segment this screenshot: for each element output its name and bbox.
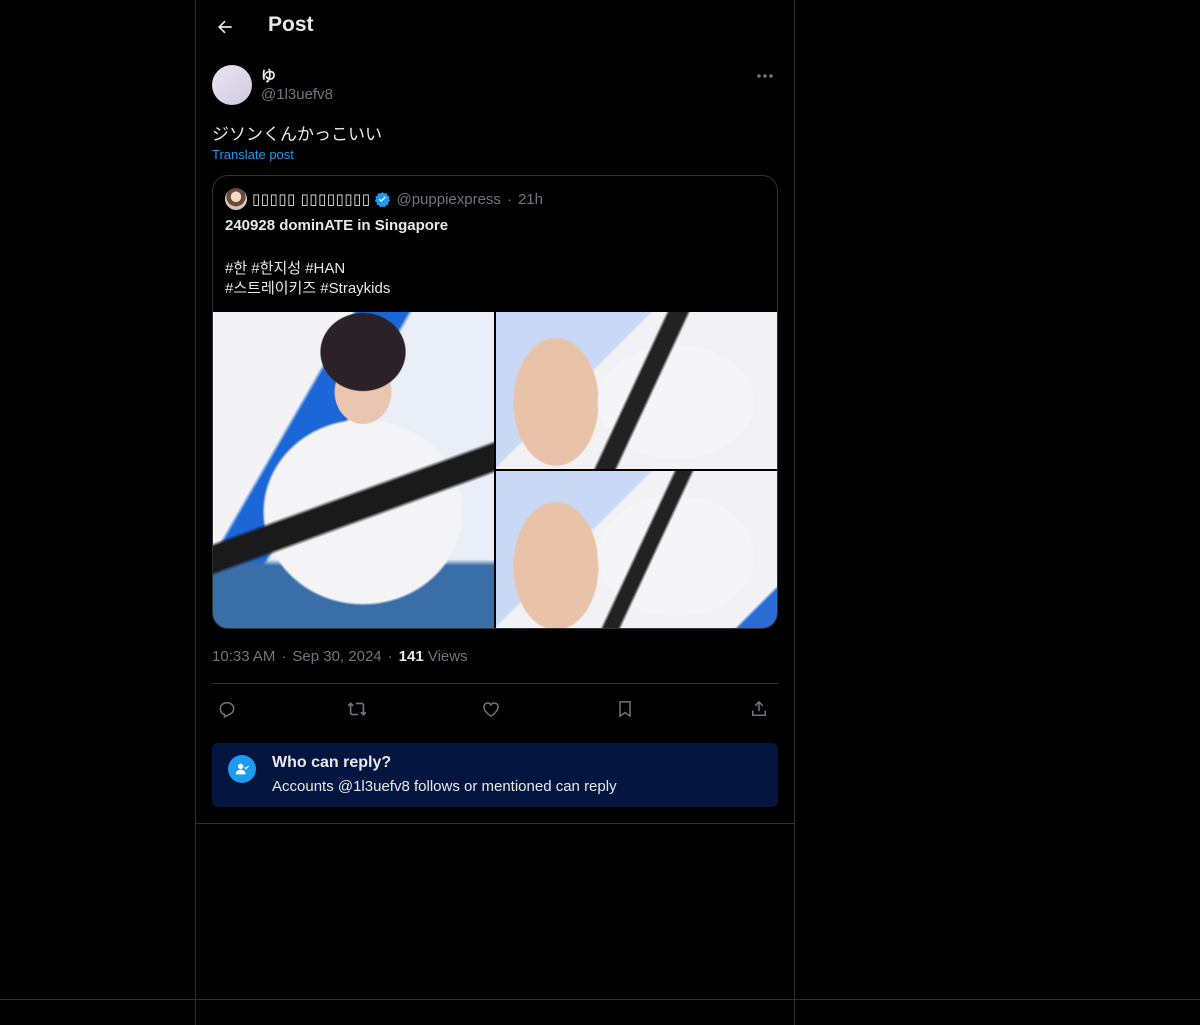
quoted-avatar[interactable]	[225, 188, 247, 210]
post-author: ゆ @1l3uefv8	[212, 64, 778, 108]
divider	[0, 999, 1200, 1000]
post-date[interactable]: Sep 30, 2024	[292, 648, 381, 665]
separator-dot: ·	[387, 648, 393, 665]
avatar[interactable]	[212, 65, 252, 105]
action-bar	[212, 694, 778, 724]
person-check-icon	[228, 755, 256, 783]
bookmark-button[interactable]	[610, 694, 640, 724]
who-can-reply-box: Who can reply? Accounts @1l3uefv8 follow…	[212, 743, 778, 807]
post-column: Post ゆ @1l3uefv8 ジソンくんかっこいい Translate po…	[195, 0, 795, 1025]
reply-button[interactable]	[212, 694, 242, 724]
divider	[196, 823, 794, 824]
header: Post	[196, 0, 794, 54]
page: Post ゆ @1l3uefv8 ジソンくんかっこいい Translate po…	[0, 0, 1200, 1025]
more-options-button[interactable]	[752, 66, 778, 86]
verified-badge-icon	[374, 191, 391, 208]
media-photo-2[interactable]	[496, 312, 777, 469]
bookmark-icon	[619, 701, 631, 718]
back-button[interactable]	[208, 10, 242, 44]
quoted-post-hashtags-1[interactable]: #한 #한지성 #HAN	[225, 257, 345, 278]
media-grid	[213, 312, 777, 628]
quoted-post-header: ▯▯▯▯▯ ▯▯▯▯▯▯▯▯ @puppiexpress · 21h	[225, 188, 543, 210]
author-handle[interactable]: @1l3uefv8	[261, 86, 333, 103]
media-photo-3[interactable]	[496, 471, 777, 628]
quoted-post[interactable]: ▯▯▯▯▯ ▯▯▯▯▯▯▯▯ @puppiexpress · 21h 24092…	[212, 175, 778, 629]
quoted-timestamp[interactable]: 21h	[518, 191, 543, 208]
like-button[interactable]	[476, 694, 506, 724]
quoted-post-hashtags-2[interactable]: #스트레이키즈 #Straykids	[225, 277, 390, 298]
page-title: Post	[268, 13, 314, 36]
views-count: 141	[398, 648, 424, 665]
repost-button[interactable]	[342, 694, 372, 724]
more-horizontal-icon	[757, 74, 773, 78]
views-label: Views	[427, 648, 468, 665]
share-icon	[752, 700, 766, 716]
media-photo-1[interactable]	[213, 312, 494, 628]
quoted-post-title: 240928 dominATE in Singapore	[225, 217, 449, 234]
who-can-reply-title: Who can reply?	[272, 754, 392, 771]
translate-post-link[interactable]: Translate post	[212, 147, 294, 162]
quoted-handle: @puppiexpress	[396, 190, 501, 208]
arrow-left-icon	[218, 20, 232, 34]
divider	[212, 683, 778, 684]
reply-icon	[219, 702, 235, 719]
separator-dot: ·	[506, 190, 512, 208]
like-icon	[483, 702, 499, 717]
who-can-reply-subtitle: Accounts @1l3uefv8 follows or mentioned …	[272, 778, 617, 795]
quoted-display-name[interactable]: ▯▯▯▯▯ ▯▯▯▯▯▯▯▯	[252, 190, 370, 208]
post-text: ジソンくんかっこいい	[212, 125, 382, 144]
separator-dot: ·	[281, 648, 287, 665]
post-meta: 10:33 AM · Sep 30, 2024 · 141 Views	[212, 648, 468, 665]
repost-icon	[347, 702, 367, 716]
share-button[interactable]	[744, 694, 774, 724]
post-time[interactable]: 10:33 AM	[212, 648, 275, 665]
author-display-name[interactable]: ゆ	[261, 65, 276, 86]
